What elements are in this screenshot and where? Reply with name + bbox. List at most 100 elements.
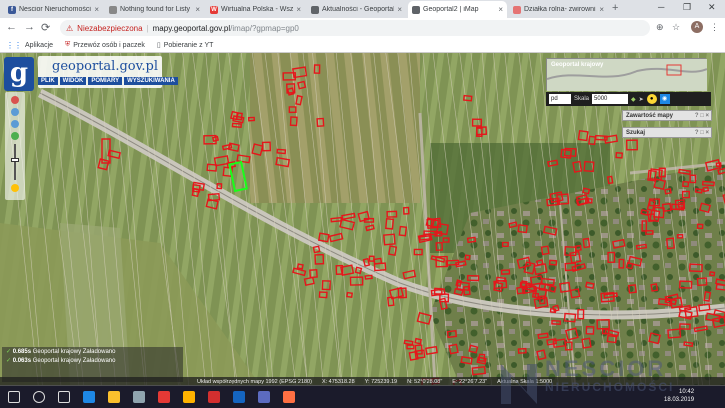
panel-search-title: Szukaj [626, 129, 646, 136]
menu-wyszukiwania[interactable]: WYSZUKIWANIA [124, 77, 178, 85]
unit-select[interactable]: pd [549, 94, 571, 104]
eye-icon[interactable]: ● [646, 94, 657, 104]
search-icon[interactable] [33, 391, 45, 403]
arrow-icon[interactable]: ➤ [639, 96, 644, 103]
scale-label: Skala [574, 96, 590, 102]
minimap-label: Geoportal krajowy [551, 62, 604, 68]
tab-3[interactable]: Aktualności - Geoportal × [307, 1, 406, 18]
folder-icon[interactable] [183, 391, 195, 403]
facebook-icon: f [8, 5, 16, 14]
panel-map-content-controls[interactable]: ? □ × [695, 113, 711, 119]
panel-map-content-title: Zawartość mapy [626, 112, 674, 119]
geoportal-icon [412, 5, 420, 14]
url-host: mapy.geoportal.gov.pl [152, 23, 231, 33]
panel-map-content[interactable]: Zawartość mapy ? □ × [622, 110, 712, 121]
start-icon[interactable] [8, 391, 20, 403]
geoportal-icon [311, 5, 319, 14]
bookmark-shield-icon: ⛨ [65, 41, 71, 48]
url-path: /imap/?gpmap=gp0 [230, 23, 299, 33]
address-separator: | [146, 23, 149, 33]
tab-title: Nothing found for Listy [120, 6, 191, 13]
wp-icon: W [210, 5, 218, 14]
status-row: ✓ 0.685s Geoportal krajowy Załadowano [6, 349, 116, 355]
word-icon[interactable] [233, 391, 245, 403]
bookmark-przewoz[interactable]: ⛨ Przewóz osób i paczek [65, 41, 145, 49]
thunderbird-icon[interactable] [258, 391, 270, 403]
close-tab-icon[interactable]: × [397, 5, 402, 14]
close-tab-icon[interactable]: × [195, 5, 200, 14]
tab-1[interactable]: Nothing found for Listy × [105, 1, 204, 18]
coord-y: Y: 725239.19 [364, 378, 398, 385]
translate-icon[interactable]: ⊕ [656, 22, 664, 33]
pan-icon[interactable] [11, 96, 19, 104]
scale-input[interactable]: 5000 [592, 94, 629, 104]
opera-icon[interactable] [208, 391, 220, 403]
otodom-icon [513, 5, 521, 14]
edge-icon[interactable] [83, 391, 95, 403]
taskview-icon[interactable] [58, 391, 70, 403]
company-watermark: NESCIOR NIERUCHOMOŚCI [495, 356, 725, 408]
close-tab-icon[interactable]: × [599, 5, 604, 14]
panel-search[interactable]: Szukaj ? □ × [622, 127, 712, 138]
tab-title: Aktualności - Geoportal [322, 6, 395, 13]
zoom-in-icon[interactable] [11, 108, 19, 116]
geoportal-logo: g [4, 57, 34, 91]
mail-icon[interactable] [133, 391, 145, 403]
close-tab-icon[interactable]: × [498, 5, 503, 14]
chrome-icon[interactable] [158, 391, 170, 403]
firefox-icon[interactable] [283, 391, 295, 403]
back-icon[interactable]: ← [6, 21, 17, 33]
forward-icon[interactable]: → [24, 21, 35, 33]
check-icon: ✓ [6, 358, 12, 364]
close-tab-icon[interactable]: × [94, 5, 99, 14]
restore-icon[interactable]: ❐ [683, 2, 691, 13]
watermark-line1: NESCIOR [545, 356, 667, 381]
zoom-slider-handle[interactable] [11, 158, 19, 162]
close-tab-icon[interactable]: × [296, 5, 301, 14]
tab-title: Działka rolna- zwirowni [524, 6, 596, 13]
map-toolbar [5, 92, 25, 200]
main-menu: PLIK WIDOK POMIARY WYSZUKIWANIA [38, 77, 178, 85]
crs-label: Układ współrzędnych mapy 1992 (EPSG 2180… [197, 378, 312, 385]
coord-n: N: 52°0'28.08" [407, 378, 443, 385]
browser-tab-bar: f Nescior Nieruchomości × Nothing found for… [0, 0, 725, 18]
menu-pomiary[interactable]: POMIARY [88, 77, 123, 85]
zoom-out-icon[interactable] [11, 120, 19, 128]
overview-minimap[interactable]: Geoportal krajowy [546, 58, 707, 91]
menu-plik[interactable]: PLIK [38, 77, 58, 85]
tab-4[interactable]: Geoportal2 | iMap × [408, 1, 507, 18]
explorer-icon[interactable] [108, 391, 120, 403]
zoom-slider-track[interactable] [14, 144, 16, 180]
security-label[interactable]: Niezabezpieczona [77, 24, 142, 33]
close-window-icon[interactable]: ✕ [708, 2, 716, 13]
minimize-icon[interactable]: ─ [658, 2, 664, 12]
status-row: ✓ 0.063s Geoportal krajowy Załadowano [6, 358, 116, 364]
menu-widok[interactable]: WIDOK [59, 77, 87, 85]
tab-5[interactable]: Działka rolna- zwirowni × [509, 1, 608, 18]
reload-icon[interactable]: ⟳ [41, 21, 50, 34]
coord-e: E: 22°26'7.23" [452, 378, 488, 385]
page-icon [109, 5, 117, 14]
scale-toolbar: pd Skala 5000 ◆ ➤ ● ◉ [546, 92, 711, 106]
layers-icon[interactable]: ◆ [631, 96, 636, 103]
coord-x: X: 475318.28 [321, 378, 355, 385]
apps-grid-icon: ⋮⋮ [6, 40, 22, 50]
tab-2[interactable]: W Wirtualna Polska - Wszy × [206, 1, 305, 18]
address-bar[interactable]: ⚠ Niezabezpieczona | mapy.geoportal.gov.… [60, 20, 650, 36]
page-icon: ▯ [156, 42, 161, 49]
new-tab-button[interactable]: + [612, 2, 618, 14]
watermark-logo-icon [501, 364, 537, 404]
avatar[interactable]: A [691, 21, 703, 33]
bookmark-yt[interactable]: ▯ Pobieranie z YT [156, 41, 214, 50]
bookmark-star-icon[interactable]: ☆ [672, 22, 680, 33]
home-extent-icon[interactable] [11, 132, 19, 140]
panel-toggle-icon[interactable]: ◉ [659, 94, 670, 104]
panel-search-controls[interactable]: ? □ × [695, 130, 711, 136]
browser-toolbar: ← → ⟳ ⚠ Niezabezpieczona | mapy.geoporta… [0, 18, 725, 38]
bookmark-apps[interactable]: ⋮⋮ Aplikacje [6, 41, 53, 50]
menu-icon[interactable]: ⋮ [710, 22, 719, 33]
not-secure-icon[interactable]: ⚠ [66, 24, 73, 33]
tab-0[interactable]: f Nescior Nieruchomości × [4, 1, 103, 18]
brand-name: geoportal.gov.pl [52, 59, 159, 74]
info-icon[interactable] [11, 184, 19, 192]
